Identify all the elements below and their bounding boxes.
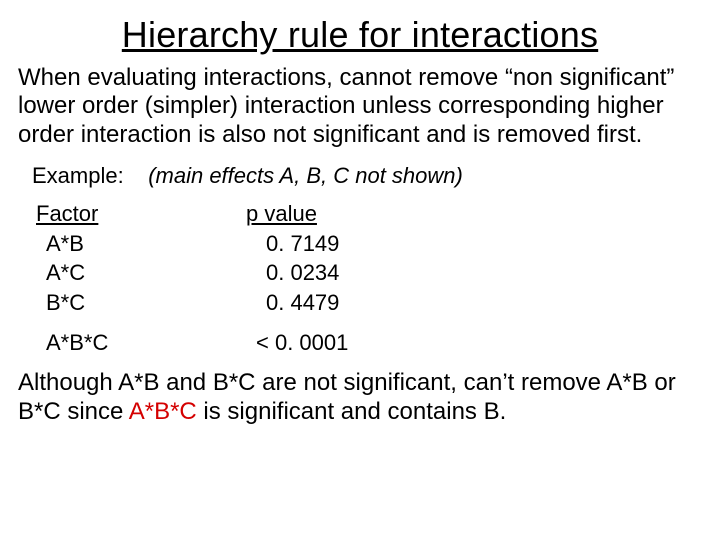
header-factor: Factor bbox=[36, 199, 246, 229]
header-pvalue: p value bbox=[246, 199, 446, 229]
example-note: (main effects A, B, C not shown) bbox=[148, 163, 463, 188]
table-header-row: Factor p value bbox=[36, 199, 702, 229]
cell-factor: A*B*C bbox=[36, 328, 256, 358]
table-row: A*C 0. 0234 bbox=[36, 258, 702, 288]
intro-paragraph: When evaluating interactions, cannot rem… bbox=[18, 64, 702, 149]
conclusion-part2: is significant and contains B. bbox=[197, 398, 507, 425]
cell-pvalue: 0. 7149 bbox=[256, 229, 466, 259]
cell-pvalue: 0. 0234 bbox=[256, 258, 466, 288]
cell-factor: A*C bbox=[36, 258, 256, 288]
table-row: A*B*C < 0. 0001 bbox=[36, 328, 702, 358]
conclusion-paragraph: Although A*B and B*C are not significant… bbox=[18, 369, 702, 426]
example-label: Example: bbox=[32, 163, 124, 188]
cell-pvalue: < 0. 0001 bbox=[256, 328, 456, 358]
slide-container: Hierarchy rule for interactions When eva… bbox=[0, 0, 720, 540]
cell-factor: B*C bbox=[36, 288, 256, 318]
cell-pvalue: 0. 4479 bbox=[256, 288, 466, 318]
cell-factor: A*B bbox=[36, 229, 256, 259]
example-line: Example: (main effects A, B, C not shown… bbox=[32, 163, 702, 189]
page-title: Hierarchy rule for interactions bbox=[18, 14, 702, 56]
table-row: B*C 0. 4479 bbox=[36, 288, 702, 318]
table-row: A*B 0. 7149 bbox=[36, 229, 702, 259]
pvalue-table: Factor p value A*B 0. 7149 A*C 0. 0234 B… bbox=[36, 199, 702, 357]
table-gap bbox=[36, 318, 702, 328]
conclusion-highlight: A*B*C bbox=[129, 398, 197, 425]
